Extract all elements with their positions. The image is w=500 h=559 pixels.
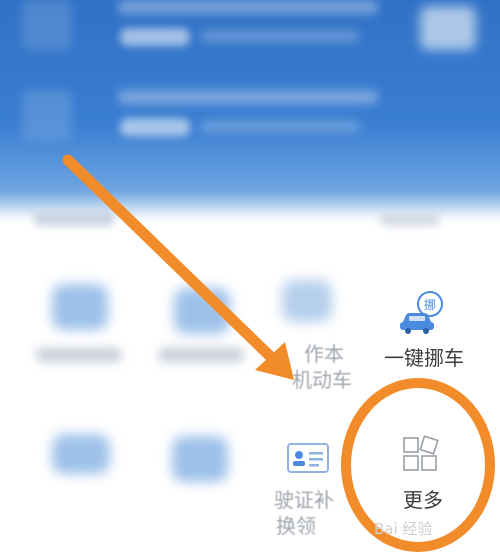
service-icon-register [282, 280, 332, 322]
more-label: 更多 [403, 488, 443, 512]
service-label-2-blurred [158, 348, 244, 362]
banner-badge-blurred-2 [120, 118, 190, 136]
banner-row-2[interactable] [0, 80, 500, 160]
move-car-label: 一键挪车 [384, 346, 464, 370]
car-move-icon: 挪 [400, 291, 443, 334]
service-tile-2[interactable] [150, 270, 260, 380]
app-screen: 作本 机动车 挪 一键挪车 驶证补 换领 更多 Bai 经验 [0, 0, 500, 559]
banner-icon [22, 0, 72, 50]
more-grid-icon [403, 435, 439, 471]
section-title-blurred [34, 210, 114, 226]
service-icon-1 [52, 284, 108, 330]
svg-text:挪: 挪 [424, 298, 436, 312]
register-label-line1: 作本 [304, 342, 344, 366]
license-label-line2: 换领 [276, 514, 316, 538]
banner-text-blurred-2 [200, 120, 360, 132]
service-tile-4[interactable] [150, 420, 260, 530]
baidu-watermark: Bai 经验 [374, 520, 433, 538]
section-more-blurred[interactable] [380, 212, 440, 226]
service-tile-1[interactable] [30, 270, 140, 380]
service-tile-3[interactable] [30, 420, 140, 530]
banner-action-button[interactable] [420, 6, 476, 50]
service-icon-2 [174, 288, 230, 334]
register-label-line2: 机动车 [292, 368, 352, 392]
banner-text-blurred [200, 30, 360, 42]
service-icon-3 [52, 434, 110, 474]
banner-row-1[interactable] [0, 0, 500, 70]
top-banner [0, 0, 500, 220]
banner-title-blurred-2 [118, 90, 378, 104]
service-icon-4 [172, 436, 228, 482]
license-card-icon [287, 443, 329, 473]
service-label-1-blurred [36, 348, 122, 362]
banner-badge-blurred [120, 28, 190, 46]
service-tile-register[interactable]: 作本 机动车 [262, 270, 372, 392]
license-label-line1: 驶证补 [274, 488, 334, 512]
banner-title-blurred [118, 0, 378, 14]
banner-icon-2 [22, 90, 72, 140]
